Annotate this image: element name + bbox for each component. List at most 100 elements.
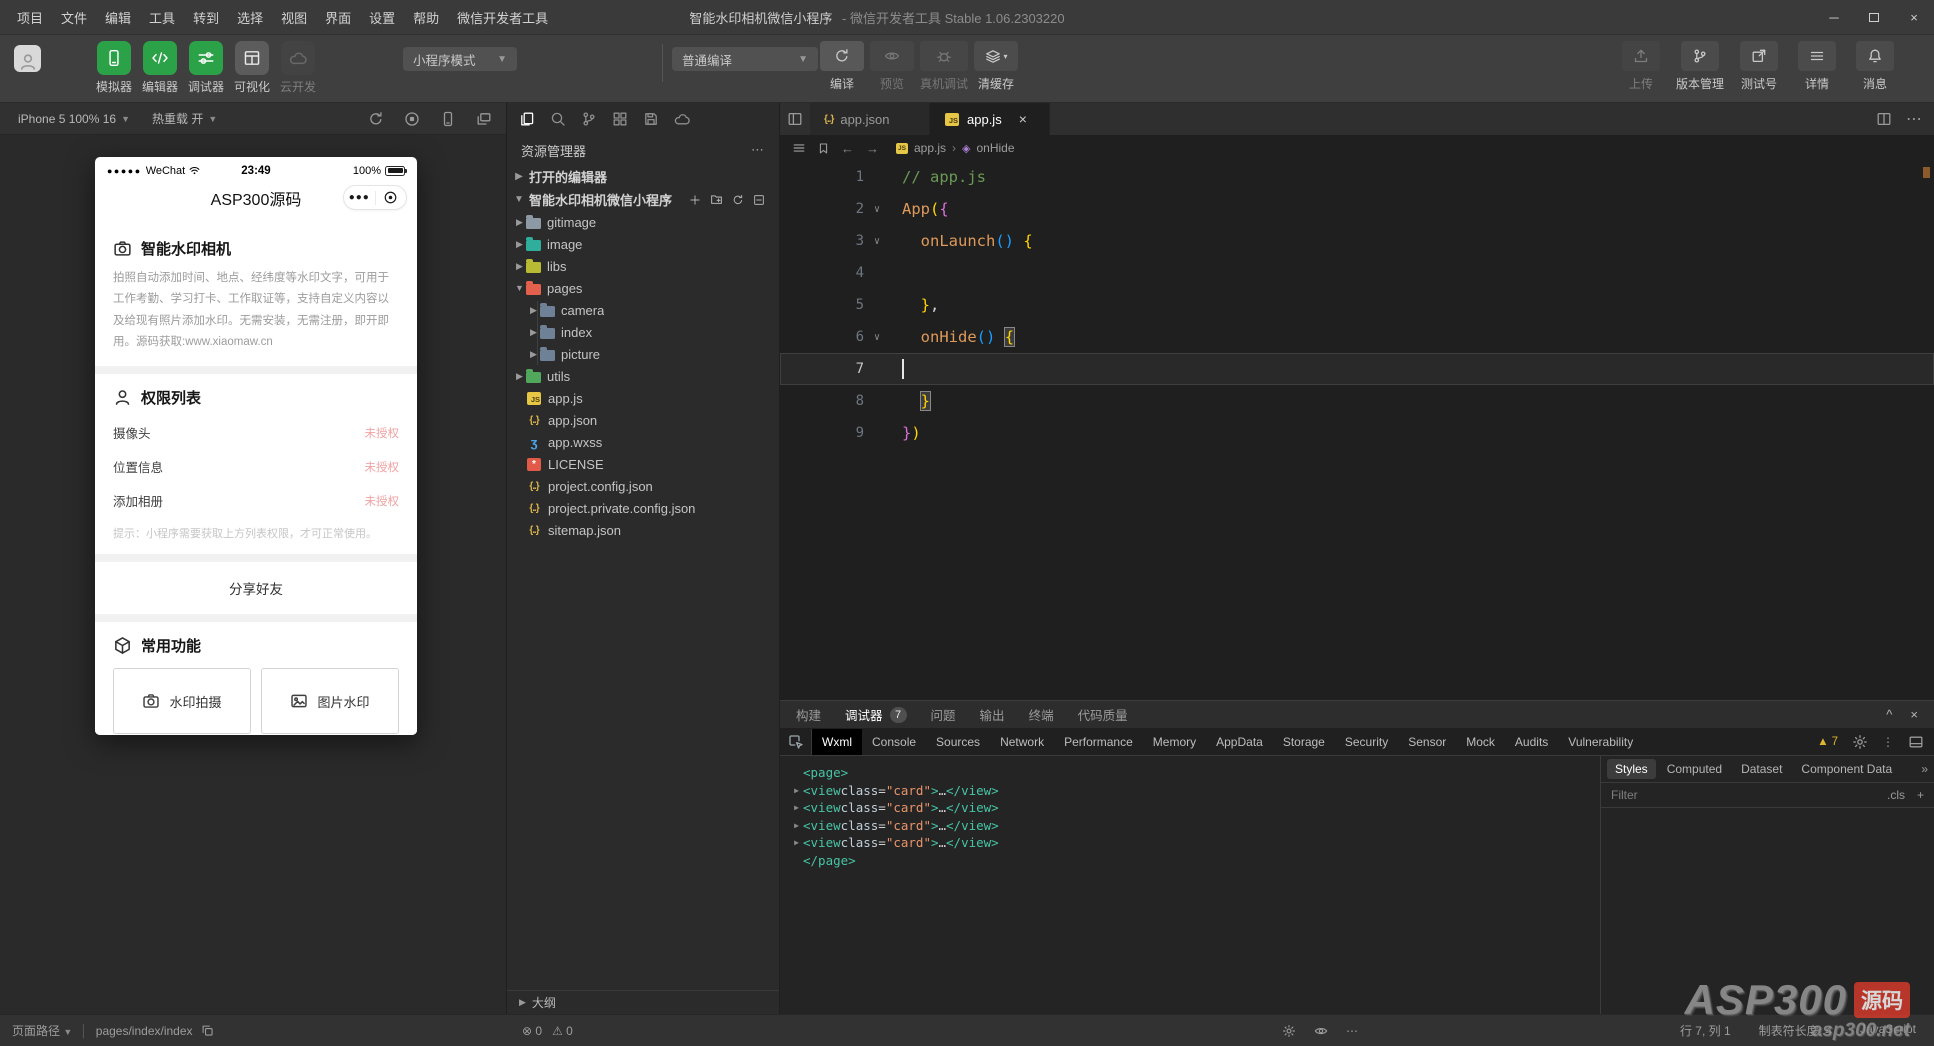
- debug-tab-终端[interactable]: 终端: [1029, 705, 1054, 724]
- multi-window-icon[interactable]: [476, 111, 492, 127]
- devtools-tab-Performance[interactable]: Performance: [1054, 729, 1143, 755]
- tab-size[interactable]: 制表符长度: 4: [1759, 1022, 1832, 1039]
- more-icon[interactable]: ⋯: [1346, 1024, 1358, 1038]
- wxml-node[interactable]: <page>: [790, 764, 1600, 782]
- device-frame-icon[interactable]: [440, 111, 456, 127]
- new-folder-icon[interactable]: [710, 193, 723, 206]
- more-menu-button[interactable]: ●●●: [344, 192, 375, 203]
- new-file-icon[interactable]: [689, 194, 701, 206]
- menu-item[interactable]: 项目: [8, 5, 52, 30]
- menu-item[interactable]: 工具: [140, 5, 184, 30]
- right-action-menu[interactable]: 详情: [1794, 41, 1840, 92]
- close-tab-icon[interactable]: ×: [1019, 111, 1027, 127]
- more-actions-icon[interactable]: ⋯: [751, 142, 765, 158]
- devtools-tab-Audits[interactable]: Audits: [1505, 729, 1558, 755]
- code-line-7[interactable]: 7: [780, 353, 1934, 385]
- problems-counter[interactable]: ⊗ 0 ⚠ 0: [522, 1024, 573, 1038]
- devtools-tab-Console[interactable]: Console: [862, 729, 926, 755]
- list-icon[interactable]: [792, 141, 806, 155]
- close-button[interactable]: ×: [1894, 0, 1934, 34]
- expand-arrow-icon[interactable]: ▶: [790, 799, 803, 817]
- compile-action-bug[interactable]: 真机调试: [920, 41, 969, 92]
- close-panel-icon[interactable]: ×: [1910, 707, 1918, 722]
- code-line-5[interactable]: 5 },: [780, 289, 1934, 321]
- debug-tab-问题[interactable]: 问题: [931, 705, 956, 724]
- language-mode[interactable]: JavaScript: [1860, 1022, 1916, 1039]
- function-button[interactable]: 图片水印: [261, 668, 399, 735]
- hot-reload-select[interactable]: 热重载 开 ▼: [152, 110, 217, 127]
- kebab-menu-icon[interactable]: ⋮: [1882, 735, 1894, 749]
- tree-item-camera[interactable]: ▶ camera: [507, 299, 779, 321]
- wxml-node[interactable]: ▶ <view class = "card" >… </view>: [790, 799, 1600, 817]
- menu-item[interactable]: 帮助: [404, 5, 448, 30]
- editor-more-icon[interactable]: ⋯: [1906, 109, 1922, 129]
- source-control-icon[interactable]: [581, 111, 597, 127]
- function-button[interactable]: 水印拍摄: [113, 668, 251, 735]
- refresh-explorer-icon[interactable]: [732, 194, 744, 206]
- tree-item-gitimage[interactable]: ▶ gitimage: [507, 211, 779, 233]
- tree-item-project.private.config.json[interactable]: {..} project.private.config.json: [507, 497, 779, 519]
- styles-tab-Dataset[interactable]: Dataset: [1733, 759, 1790, 779]
- tree-item-app.js[interactable]: JS app.js: [507, 387, 779, 409]
- code-editor[interactable]: 1// app.js 2 ∨ App({3 ∨ onLaunch() {4 5 }, 6 ∨ …: [780, 161, 1934, 700]
- gear-icon[interactable]: [1282, 1024, 1296, 1038]
- fold-icon[interactable]: ∨: [864, 204, 890, 215]
- devtools-tab-Mock[interactable]: Mock: [1456, 729, 1505, 755]
- expand-arrow-icon[interactable]: ▶: [790, 782, 803, 800]
- devtools-tab-Storage[interactable]: Storage: [1273, 729, 1335, 755]
- toolbar-button-cloud[interactable]: 云开发: [278, 41, 318, 95]
- open-editors-section[interactable]: ▶ 打开的编辑器: [507, 165, 779, 188]
- menu-item[interactable]: 转到: [184, 5, 228, 30]
- right-action-upload[interactable]: 上传: [1618, 41, 1664, 92]
- toolbar-button-phone[interactable]: 模拟器: [94, 41, 134, 95]
- devtools-tab-Sources[interactable]: Sources: [926, 729, 990, 755]
- save-all-icon[interactable]: [643, 111, 659, 127]
- warning-counter[interactable]: ▲ 7: [1817, 736, 1838, 748]
- menu-item[interactable]: 设置: [360, 5, 404, 30]
- dock-icon[interactable]: [1908, 734, 1924, 750]
- menu-item[interactable]: 界面: [316, 5, 360, 30]
- wxml-node[interactable]: ▶ <view class = "card" >… </view>: [790, 834, 1600, 852]
- maximize-button[interactable]: [1854, 0, 1894, 34]
- page-path-selector[interactable]: 页面路径 ▼: [12, 1022, 72, 1039]
- inspect-element-button[interactable]: [780, 729, 812, 755]
- right-action-branch[interactable]: 版本管理: [1676, 41, 1724, 92]
- toolbar-button-tune[interactable]: 调试器: [186, 41, 226, 95]
- tree-item-LICENSE[interactable]: * LICENSE: [507, 453, 779, 475]
- copy-icon[interactable]: [201, 1024, 214, 1037]
- wxml-node[interactable]: ▶ <view class = "card" >… </view>: [790, 782, 1600, 800]
- devtools-tab-Security[interactable]: Security: [1335, 729, 1398, 755]
- device-select[interactable]: iPhone 5 100% 16 ▼: [18, 112, 130, 126]
- editor-tab-app.js[interactable]: JS app.js ×: [930, 103, 1050, 135]
- tree-item-sitemap.json[interactable]: {..} sitemap.json: [507, 519, 779, 541]
- restart-icon[interactable]: [368, 111, 384, 127]
- menu-item[interactable]: 文件: [52, 5, 96, 30]
- compile-mode-select[interactable]: 普通编译 ▼: [672, 47, 818, 71]
- tree-item-project.config.json[interactable]: {..} project.config.json: [507, 475, 779, 497]
- tree-item-app.json[interactable]: {..} app.json: [507, 409, 779, 431]
- devtools-tab-Memory[interactable]: Memory: [1143, 729, 1206, 755]
- toggle-sidebar-icon[interactable]: [780, 103, 810, 135]
- right-action-external[interactable]: 测试号: [1736, 41, 1782, 92]
- expand-arrow-icon[interactable]: ▶: [790, 834, 803, 852]
- compile-action-eye[interactable]: 预览: [870, 41, 914, 92]
- right-action-bell[interactable]: 消息: [1852, 41, 1898, 92]
- devtools-tab-Wxml[interactable]: Wxml: [812, 729, 862, 755]
- cloud-icon[interactable]: [674, 111, 690, 127]
- tree-item-picture[interactable]: ▶ picture: [507, 343, 779, 365]
- forward-icon[interactable]: →: [866, 141, 879, 156]
- filter-input[interactable]: Filter: [1611, 788, 1638, 802]
- code-line-9[interactable]: 9}): [780, 417, 1934, 449]
- menu-item[interactable]: 选择: [228, 5, 272, 30]
- minimize-button[interactable]: ─: [1814, 0, 1854, 34]
- extensions-icon[interactable]: [612, 111, 628, 127]
- outline-section[interactable]: ▶ 大纲: [507, 990, 779, 1014]
- expand-arrow-icon[interactable]: ▶: [790, 817, 803, 835]
- code-line-4[interactable]: 4: [780, 257, 1934, 289]
- more-tabs-icon[interactable]: »: [1921, 762, 1928, 776]
- toolbar-button-layout[interactable]: 可视化: [232, 41, 272, 95]
- split-editor-icon[interactable]: [1876, 111, 1892, 127]
- cls-toggle[interactable]: .cls: [1887, 788, 1905, 802]
- editor-tab-app.json[interactable]: {..} app.json: [810, 103, 930, 135]
- devtools-tab-Sensor[interactable]: Sensor: [1398, 729, 1456, 755]
